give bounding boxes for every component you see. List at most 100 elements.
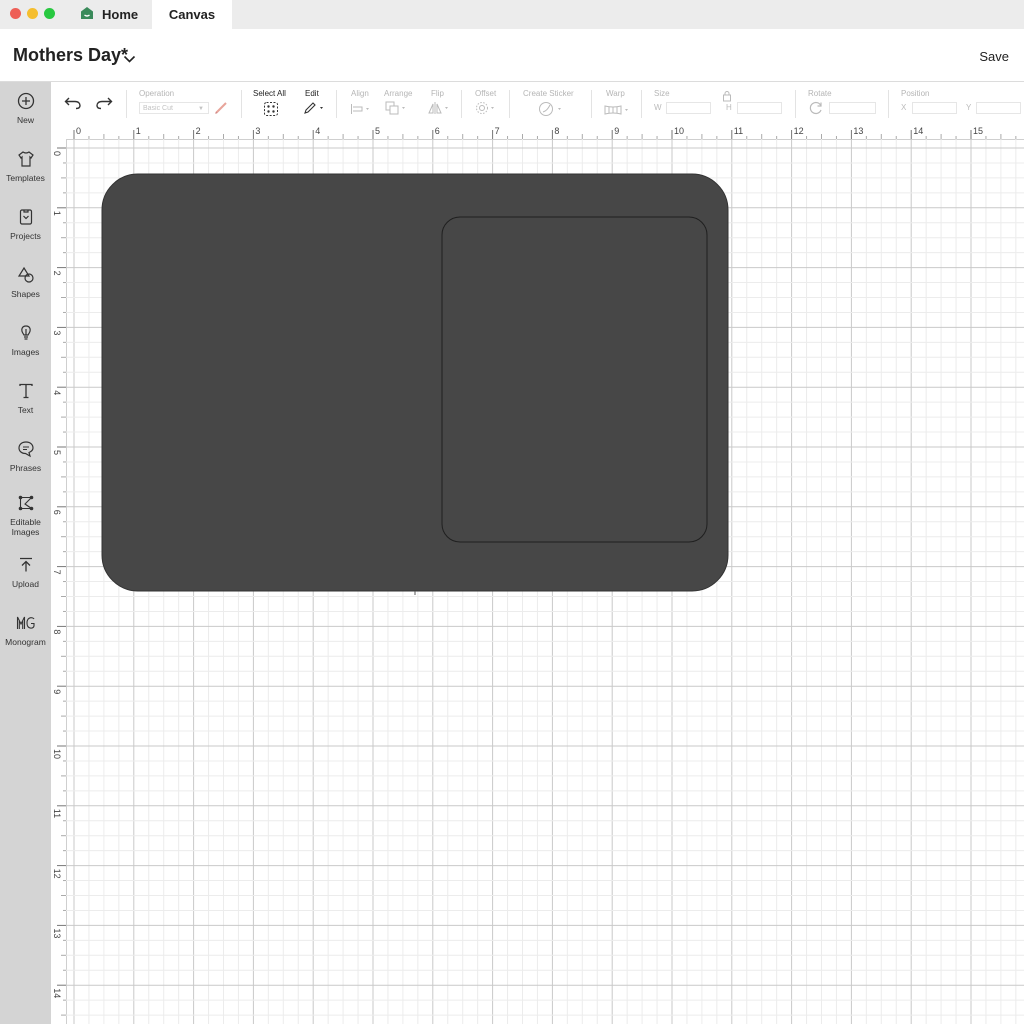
create-sticker-label: Create Sticker <box>523 89 574 98</box>
operation-select[interactable]: Basic Cut ▼ <box>139 102 209 114</box>
ruler-label: 10 <box>52 749 62 759</box>
sidebar-item-projects[interactable]: Projects <box>0 208 51 241</box>
tab-canvas[interactable]: Canvas <box>152 0 232 29</box>
ruler-label: 5 <box>375 126 380 136</box>
sidebar-item-label: Projects <box>10 231 41 241</box>
flip-icon[interactable] <box>428 101 452 120</box>
ruler-label: 11 <box>52 809 62 818</box>
title-bar: Home Canvas <box>0 0 1024 29</box>
tab-home-label: Home <box>102 7 139 22</box>
ruler-label: 2 <box>196 126 201 136</box>
project-title[interactable]: Mothers Day* <box>13 45 128 66</box>
tab-home[interactable]: Home <box>74 0 144 29</box>
home-icon <box>80 6 102 23</box>
sidebar-item-editable-images[interactable]: Editable Images <box>0 494 51 537</box>
sidebar-item-upload[interactable]: Upload <box>0 556 51 589</box>
sidebar-item-label: Editable <box>10 517 41 527</box>
shapes-icon <box>0 266 51 286</box>
arrange-icon[interactable] <box>385 101 411 120</box>
align-icon[interactable] <box>350 102 374 120</box>
position-x-input[interactable] <box>912 102 957 114</box>
ruler-label: 11 <box>734 126 743 136</box>
design-canvas[interactable] <box>66 139 1024 1024</box>
offset-label: Offset <box>475 89 497 98</box>
position-x-label: X <box>901 103 907 112</box>
sticker-icon[interactable] <box>538 101 566 122</box>
offset-icon[interactable] <box>475 101 499 120</box>
ruler-label: 8 <box>554 126 559 136</box>
sidebar-item-text[interactable]: Text <box>0 382 51 415</box>
select-all-label: Select All <box>253 89 286 98</box>
sidebar-item-label: Shapes <box>11 289 40 299</box>
sidebar: New Templates Projects Shapes Images Tex… <box>0 82 51 1024</box>
sidebar-item-monogram[interactable]: Monogram <box>0 614 51 647</box>
ruler-label: 4 <box>315 126 320 136</box>
operation-label: Operation <box>139 89 175 98</box>
editable-images-icon <box>0 494 51 514</box>
toolbar-divider <box>509 90 510 118</box>
ruler-label: 6 <box>435 126 440 136</box>
height-input[interactable] <box>737 102 782 114</box>
sidebar-item-label: Monogram <box>5 637 46 647</box>
sidebar-item-new[interactable]: New <box>0 92 51 125</box>
sidebar-item-label: Text <box>17 405 34 415</box>
position-label: Position <box>901 89 930 98</box>
position-y-input[interactable] <box>976 102 1021 114</box>
toolbar-divider <box>126 90 127 118</box>
select-all-icon[interactable] <box>263 101 279 122</box>
ruler-label: 10 <box>674 126 684 136</box>
maximize-window-button[interactable] <box>44 8 55 19</box>
ruler-label: 9 <box>614 126 619 136</box>
outer-rounded-rectangle[interactable] <box>101 173 729 592</box>
ruler-label: 15 <box>973 126 983 136</box>
ruler-label: 0 <box>52 151 62 156</box>
rotate-input[interactable] <box>829 102 876 114</box>
pen-color-icon[interactable] <box>214 101 228 120</box>
toolbar-divider <box>888 90 889 118</box>
ruler-label: 8 <box>52 629 62 634</box>
warp-icon[interactable] <box>604 103 632 121</box>
toolbar-divider <box>795 90 796 118</box>
width-input[interactable] <box>666 102 711 114</box>
arrange-label: Arrange <box>384 89 413 98</box>
chevron-down-icon[interactable] <box>123 51 136 69</box>
ruler-label: 1 <box>52 211 62 216</box>
toolbar-divider <box>241 90 242 118</box>
ruler-label: 9 <box>52 689 62 694</box>
sidebar-item-shapes[interactable]: Shapes <box>0 266 51 299</box>
sidebar-item-label: Images <box>11 347 40 357</box>
sidebar-item-phrases[interactable]: Phrases <box>0 440 51 473</box>
sidebar-item-templates[interactable]: Templates <box>0 150 51 183</box>
vertical-ruler: 0 1 2 3 4 5 6 7 8 9 10 11 12 13 14 <box>51 139 67 1024</box>
speech-bubble-icon <box>0 440 51 460</box>
ruler-label: 14 <box>913 126 923 136</box>
ruler-label: 5 <box>52 450 62 455</box>
canvas-shapes <box>101 173 729 595</box>
sidebar-item-label: Phrases <box>9 463 42 473</box>
minimize-window-button[interactable] <box>27 8 38 19</box>
sidebar-item-label: Upload <box>12 579 39 589</box>
size-h-label: H <box>726 103 732 112</box>
edit-pencil-icon[interactable] <box>303 101 327 120</box>
ruler-label: 2 <box>52 271 62 276</box>
toolbar: Operation Basic Cut ▼ Select All Edit Al… <box>51 82 1024 125</box>
size-w-label: W <box>654 103 662 112</box>
save-button[interactable]: Save <box>979 49 1009 64</box>
undo-icon[interactable] <box>64 96 82 115</box>
toolbar-divider <box>641 90 642 118</box>
lightbulb-icon <box>0 324 51 344</box>
rotate-icon[interactable] <box>808 101 824 120</box>
redo-icon[interactable] <box>95 96 113 115</box>
position-y-label: Y <box>966 103 972 112</box>
operation-value: Basic Cut <box>143 105 173 112</box>
monogram-icon <box>0 614 51 634</box>
ruler-label: 13 <box>52 928 62 938</box>
close-window-button[interactable] <box>10 8 21 19</box>
size-label: Size <box>654 89 670 98</box>
ruler-label: 13 <box>853 126 863 136</box>
ruler-label: 12 <box>52 869 62 879</box>
sidebar-item-images[interactable]: Images <box>0 324 51 357</box>
upload-icon <box>0 556 51 576</box>
ruler-label: 0 <box>76 126 81 136</box>
ruler-label: 1 <box>136 126 141 136</box>
